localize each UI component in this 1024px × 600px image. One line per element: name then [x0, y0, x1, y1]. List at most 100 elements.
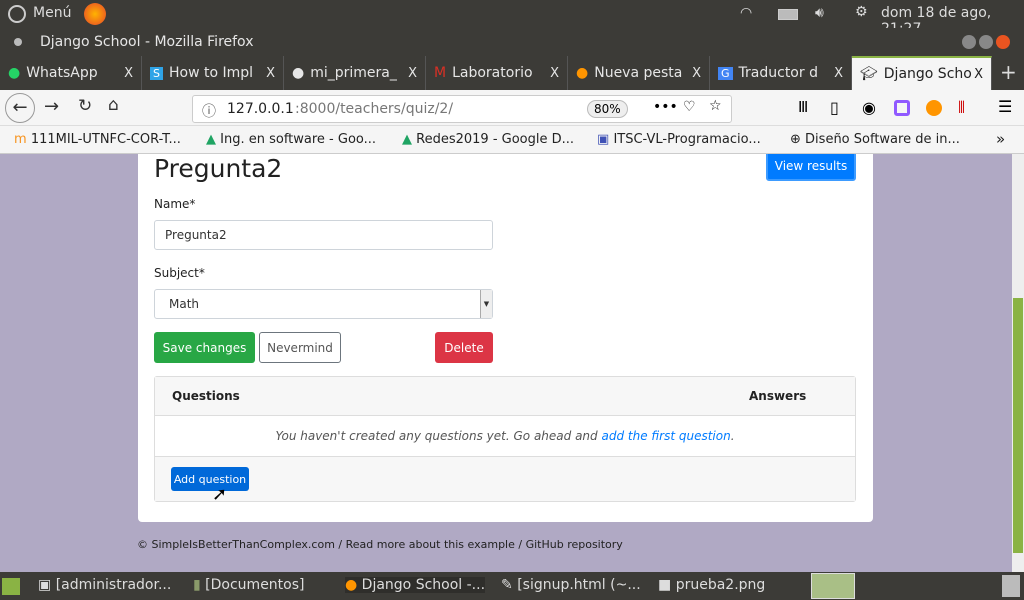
- workspace-switcher[interactable]: [811, 573, 855, 599]
- name-input[interactable]: Pregunta2: [154, 220, 493, 250]
- save-changes-button[interactable]: Save changes: [154, 332, 255, 363]
- tab-bar: ● WhatsApp X S How to Impl X ● mi_primera_ X M…: [0, 56, 1024, 90]
- maximize-button[interactable]: [979, 35, 993, 49]
- footer-text: © SimpleIsBetterThanComplex.com / Read m…: [137, 538, 623, 551]
- taskbar-label: prueba2.png: [675, 577, 766, 593]
- taskbar-terminal[interactable]: ▣ [administrador...: [38, 577, 171, 593]
- mouse-cursor-icon: ➚: [212, 484, 228, 505]
- battery-icon[interactable]: [778, 9, 798, 20]
- add-question-button[interactable]: Add question: [171, 467, 249, 491]
- show-desktop-icon[interactable]: [2, 578, 20, 595]
- url-path: :8000/teachers/quiz/2/: [295, 101, 454, 117]
- folder-icon: ▮: [193, 577, 201, 593]
- tab-label: WhatsApp: [26, 65, 98, 81]
- volume-icon[interactable]: 🔊︎: [815, 5, 824, 21]
- nevermind-button[interactable]: Nevermind: [259, 332, 341, 363]
- drive-icon: ▲: [402, 132, 412, 147]
- bookmarks-bar: m 111MIL-UTNFC-COR-T... ▲ Ing. en softwa…: [0, 126, 1024, 154]
- hamburger-menu-icon[interactable]: ☰: [998, 97, 1012, 116]
- subject-select[interactable]: Math ▼: [154, 289, 493, 319]
- github-icon: ●: [292, 65, 305, 81]
- bookmark-star-icon[interactable]: ☆: [709, 98, 722, 114]
- firefox-icon: ●: [345, 577, 358, 593]
- tab-label: Django Scho: [883, 66, 972, 82]
- tab-whatsapp[interactable]: ● WhatsApp X: [0, 56, 142, 90]
- tab-how-to[interactable]: S How to Impl X: [142, 56, 284, 90]
- add-first-question-link[interactable]: add the first question: [601, 429, 730, 443]
- close-tab-icon[interactable]: X: [124, 66, 133, 81]
- taskbar-image[interactable]: ■ prueba2.png: [658, 577, 765, 593]
- window-title: Django School - Mozilla Firefox: [40, 34, 254, 50]
- bookmark-label: Ing. en software - Goo...: [220, 132, 377, 147]
- gear-icon[interactable]: ⚙: [855, 4, 868, 20]
- taskbar-label: [signup.html (~...: [517, 577, 641, 593]
- subject-label: Subject*: [154, 266, 205, 280]
- firefox-icon[interactable]: [84, 3, 106, 25]
- bookmark-1[interactable]: m 111MIL-UTNFC-COR-T...: [14, 132, 181, 147]
- close-tab-icon[interactable]: X: [692, 66, 701, 81]
- bookmark-3[interactable]: ▲ Redes2019 - Google D...: [402, 132, 574, 147]
- firefox-extension-icon[interactable]: [926, 100, 942, 116]
- colorful-extension-icon[interactable]: ⦀: [958, 98, 965, 118]
- graduation-cap-icon: 🎓︎: [860, 66, 878, 82]
- menu-label[interactable]: Menú: [33, 5, 71, 21]
- forward-button[interactable]: →: [44, 96, 59, 117]
- wifi-icon[interactable]: ◠: [740, 5, 752, 21]
- pocket-icon[interactable]: ♡: [683, 99, 696, 115]
- whatsapp-icon: ●: [8, 65, 21, 81]
- questions-table: Questions Answers You haven't created an…: [154, 376, 856, 502]
- tab-github[interactable]: ● mi_primera_ X: [284, 56, 426, 90]
- close-tab-icon[interactable]: X: [408, 66, 417, 81]
- close-tab-icon[interactable]: X: [266, 66, 275, 81]
- account-icon[interactable]: ◉: [862, 98, 876, 117]
- tab-label: mi_primera_: [310, 65, 397, 81]
- tab-gmail[interactable]: M Laboratorio X: [426, 56, 568, 90]
- url-bar[interactable]: ⓘ 127.0.0.1 :8000/teachers/quiz/2/ 80% •…: [192, 95, 732, 123]
- taskbar-editor[interactable]: ✎ [signup.html (~...: [501, 577, 641, 593]
- bookmark-2[interactable]: ▲ Ing. en software - Goo...: [206, 132, 376, 147]
- close-tab-icon[interactable]: X: [550, 66, 559, 81]
- bookmark-5[interactable]: ⊕ Diseño Software de in...: [790, 132, 960, 147]
- more-bookmarks-icon[interactable]: »: [996, 130, 1005, 148]
- view-results-button[interactable]: View results: [766, 154, 856, 181]
- sidebar-icon[interactable]: ▯: [830, 98, 839, 117]
- quiz-card: Pregunta2 View results Name* Pregunta2 S…: [138, 154, 873, 522]
- delete-button[interactable]: Delete: [435, 332, 493, 363]
- system-top-bar: Menú ◠ 🔊︎ ⚙ dom 18 de ago, 21:27: [0, 0, 1024, 37]
- tab-new[interactable]: ● Nueva pesta X: [568, 56, 710, 90]
- taskbar-documents[interactable]: ▮ [Documentos]: [193, 577, 304, 593]
- minimize-button[interactable]: [962, 35, 976, 49]
- ubuntu-menu-icon[interactable]: [8, 5, 26, 23]
- gmail-icon: M: [434, 65, 447, 81]
- tab-label: Traductor d: [738, 65, 818, 81]
- tab-django[interactable]: 🎓︎ Django Scho X: [852, 56, 992, 90]
- text-editor-icon: ✎: [501, 577, 513, 593]
- dropdown-arrow-icon[interactable]: ▼: [480, 290, 492, 318]
- back-button[interactable]: ←: [5, 93, 35, 123]
- subject-value: Math: [169, 297, 200, 311]
- taskbar-label: [Documentos]: [205, 577, 305, 593]
- tab-translate[interactable]: G Traductor d X: [710, 56, 852, 90]
- table-header: Questions Answers: [155, 377, 855, 416]
- library-icon[interactable]: Ⅲ: [798, 98, 808, 116]
- close-tab-icon[interactable]: X: [974, 67, 983, 82]
- close-window-button[interactable]: [996, 35, 1010, 49]
- more-icon[interactable]: •••: [653, 99, 678, 115]
- extension-icon[interactable]: [894, 100, 910, 116]
- trash-icon[interactable]: [1002, 575, 1020, 597]
- taskbar-firefox[interactable]: ● Django School -...: [345, 577, 486, 593]
- home-button[interactable]: ⌂: [108, 95, 119, 115]
- taskbar: ▣ [administrador... ▮ [Documentos] ● Dja…: [0, 572, 1024, 600]
- bookmark-label: 111MIL-UTNFC-COR-T...: [30, 132, 181, 147]
- new-tab-button[interactable]: +: [1000, 60, 1017, 84]
- empty-text: You haven't created any questions yet. G…: [275, 429, 602, 443]
- info-icon[interactable]: ⓘ: [202, 101, 216, 121]
- drive-icon: ▲: [206, 132, 216, 147]
- reload-button[interactable]: ↻: [78, 96, 92, 116]
- scrollbar-thumb[interactable]: [1013, 298, 1023, 553]
- scrollbar[interactable]: [1012, 154, 1024, 572]
- bookmark-4[interactable]: ▣ ITSC-VL-Programacio...: [597, 132, 761, 147]
- zoom-indicator[interactable]: 80%: [587, 100, 628, 118]
- s-icon: S: [150, 66, 163, 80]
- close-tab-icon[interactable]: X: [834, 66, 843, 81]
